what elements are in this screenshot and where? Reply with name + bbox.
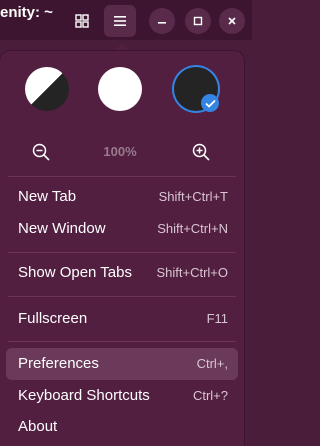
menu-item-keyboard-shortcuts[interactable]: Keyboard Shortcuts Ctrl+? <box>6 380 238 412</box>
zoom-out-icon[interactable] <box>30 141 52 163</box>
theme-follow-system-button[interactable] <box>25 67 69 111</box>
grid-icon <box>75 14 89 28</box>
menu-item-new-window[interactable]: New Window Shift+Ctrl+N <box>6 213 238 245</box>
hamburger-menu-icon <box>114 16 126 26</box>
zoom-level-label: 100% <box>103 144 137 159</box>
maximize-button[interactable] <box>185 8 211 34</box>
menu-item-new-tab[interactable]: New Tab Shift+Ctrl+T <box>6 181 238 213</box>
menu-item-label: About <box>18 418 58 435</box>
zoom-in-icon[interactable] <box>190 141 212 163</box>
menu-item-show-open-tabs[interactable]: Show Open Tabs Shift+Ctrl+O <box>6 257 238 289</box>
menu-item-shortcut: Shift+Ctrl+O <box>156 265 228 280</box>
menu-separator <box>8 341 236 342</box>
menu-item-label: New Tab <box>18 188 77 205</box>
main-menu-button[interactable] <box>104 5 136 37</box>
main-menu-popover: 100% New Tab Shift+Ctrl+T New Window Shi… <box>0 51 244 446</box>
popover-arrow <box>114 43 130 51</box>
menu-item-about[interactable]: About <box>6 411 238 443</box>
menu-separator <box>8 296 236 297</box>
menu-item-label: Fullscreen <box>18 310 88 327</box>
menu-item-fullscreen[interactable]: Fullscreen F11 <box>6 303 238 335</box>
menu-item-shortcut: Ctrl+, <box>196 356 228 371</box>
minimize-button[interactable] <box>149 8 175 34</box>
menu-separator <box>8 252 236 253</box>
minimize-icon <box>158 22 166 24</box>
menu-item-shortcut: Shift+Ctrl+N <box>157 221 228 236</box>
window-title: enity: ~ <box>0 4 53 21</box>
header-bar: enity: ~ <box>0 0 252 40</box>
close-icon <box>228 17 236 25</box>
menu-item-label: New Window <box>18 220 106 237</box>
zoom-controls: 100% <box>0 137 244 167</box>
menu-item-shortcut: F11 <box>206 311 228 326</box>
theme-selector <box>0 65 244 117</box>
close-button[interactable] <box>219 8 245 34</box>
tab-overview-button[interactable] <box>66 5 98 37</box>
menu-item-shortcut: Ctrl+? <box>192 388 228 403</box>
menu-item-shortcut: Shift+Ctrl+T <box>158 189 228 204</box>
menu-item-label: Preferences <box>18 355 99 372</box>
maximize-icon <box>193 16 203 26</box>
menu-item-label: Keyboard Shortcuts <box>18 387 150 404</box>
menu-separator <box>8 176 236 177</box>
theme-light-button[interactable] <box>98 67 142 111</box>
menu-item-preferences[interactable]: Preferences Ctrl+, <box>6 348 238 380</box>
menu-item-label: Show Open Tabs <box>18 264 132 281</box>
checkmark-icon <box>201 94 219 112</box>
